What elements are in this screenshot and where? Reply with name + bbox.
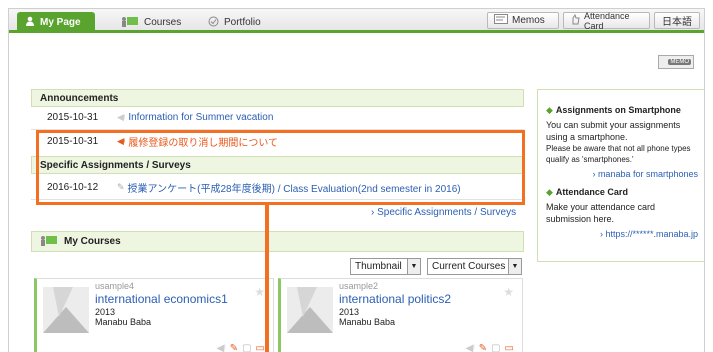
course-thumbnail-icon — [287, 287, 333, 333]
attendance-heading: ◆ Attendance Card — [546, 187, 628, 197]
diamond-icon: ◆ — [546, 105, 553, 115]
attendance-text: Make your attendance card submission her… — [546, 202, 656, 224]
top-navigation: My Page Courses Portfolio Memos Attendan… — [9, 9, 704, 33]
announcement-row: 2015-10-31 ◀ᵎ Information for Summer vac… — [31, 107, 524, 128]
announcements-title: Announcements — [40, 92, 119, 104]
my-courses-title: My Courses — [64, 236, 121, 247]
attendance-label: Attendance Card — [584, 10, 630, 31]
announcement-date: 2015-10-31 — [47, 112, 99, 123]
memo-icon: ▢ — [491, 343, 501, 352]
star-icon[interactable]: ★ — [503, 285, 514, 299]
smartphone-text: You can submit your assignments using a … — [546, 120, 681, 142]
chevron-down-icon: ▼ — [407, 259, 420, 274]
memo-icon: ▢ — [242, 343, 252, 352]
course-year: 2013 — [95, 307, 116, 317]
more-assignments-link[interactable]: › Specific Assignments / Surveys — [371, 207, 516, 218]
tab-my-page[interactable]: My Page — [17, 12, 95, 33]
course-thumbnail-icon — [43, 287, 89, 333]
course-year: 2013 — [339, 307, 360, 317]
course-title[interactable]: international politics2 — [339, 292, 451, 306]
courses-icon — [40, 235, 58, 249]
course-status-icons: ◀ᵎ ✎ ▢ ▭ — [465, 343, 514, 352]
speaker-icon: ◀ᵎ — [117, 112, 126, 122]
announcement-link[interactable]: Information for Summer vacation — [128, 112, 273, 123]
diamond-icon: ◆ — [546, 187, 553, 197]
more-link-label: Specific Assignments / Surveys — [377, 207, 517, 218]
language-button[interactable]: 日本語 — [654, 12, 700, 29]
course-filter-value: Current Courses — [432, 261, 506, 272]
tab-label: Portfolio — [224, 17, 261, 28]
highlight-box — [36, 130, 525, 205]
course-teacher: Manabu Baba — [339, 317, 396, 327]
tab-label: Courses — [144, 17, 182, 28]
view-mode-value: Thumbnail — [355, 261, 402, 272]
portfolio-icon — [208, 16, 219, 30]
comment-icon: ▭ — [504, 343, 514, 352]
memo-badge-label: MEMO — [668, 59, 691, 65]
course-card[interactable]: usample2 international politics2 2013 Ma… — [278, 278, 523, 352]
tab-portfolio[interactable]: Portfolio — [200, 12, 269, 33]
memo-icon — [494, 14, 508, 27]
pencil-icon: ✎ — [478, 343, 488, 352]
tab-courses[interactable]: Courses — [113, 12, 189, 33]
pencil-icon: ✎ — [229, 343, 239, 352]
smartphone-heading: ◆ Assignments on Smartphone — [546, 105, 681, 115]
highlight-pointer-line — [265, 205, 269, 352]
course-title[interactable]: international economics1 — [95, 292, 228, 306]
comment-icon: ▭ — [255, 343, 265, 352]
manaba-window: My Page Courses Portfolio Memos Attendan… — [8, 8, 705, 352]
memos-button[interactable]: Memos — [487, 12, 559, 29]
course-filter-select[interactable]: Current Courses ▼ — [427, 258, 522, 275]
course-card[interactable]: usample4 international economics1 2013 M… — [34, 278, 274, 352]
course-status-icons: ◀ᵎ ✎ ▢ ▭ — [216, 343, 265, 352]
speaker-icon: ◀ᵎ — [216, 343, 226, 352]
chevron-right-icon: › — [371, 207, 375, 218]
course-code: usample2 — [339, 281, 379, 291]
smartphone-link[interactable]: › manaba for smartphones — [546, 168, 698, 180]
my-courses-heading: My Courses — [31, 231, 524, 252]
course-code: usample4 — [95, 281, 135, 291]
smartphone-note: Please be aware that not all phone types… — [546, 144, 691, 164]
memo-badge-icon[interactable]: MEMO — [658, 55, 694, 69]
attendance-card-button[interactable]: Attendance Card — [563, 10, 650, 31]
courses-icon — [121, 16, 139, 30]
chevron-down-icon: ▼ — [508, 259, 521, 274]
tab-label: My Page — [40, 17, 81, 28]
info-box: ◆ Assignments on Smartphone You can submi… — [537, 89, 704, 262]
announcements-heading: Announcements — [31, 89, 524, 107]
user-icon — [25, 16, 35, 29]
star-icon[interactable]: ★ — [254, 285, 265, 299]
hand-icon — [570, 13, 580, 28]
view-mode-select[interactable]: Thumbnail ▼ — [350, 258, 421, 275]
memos-label: Memos — [512, 15, 545, 26]
course-teacher: Manabu Baba — [95, 317, 152, 327]
language-label: 日本語 — [662, 17, 692, 28]
speaker-icon: ◀ᵎ — [465, 343, 475, 352]
attendance-link[interactable]: › https://******.manaba.jp — [546, 228, 698, 240]
